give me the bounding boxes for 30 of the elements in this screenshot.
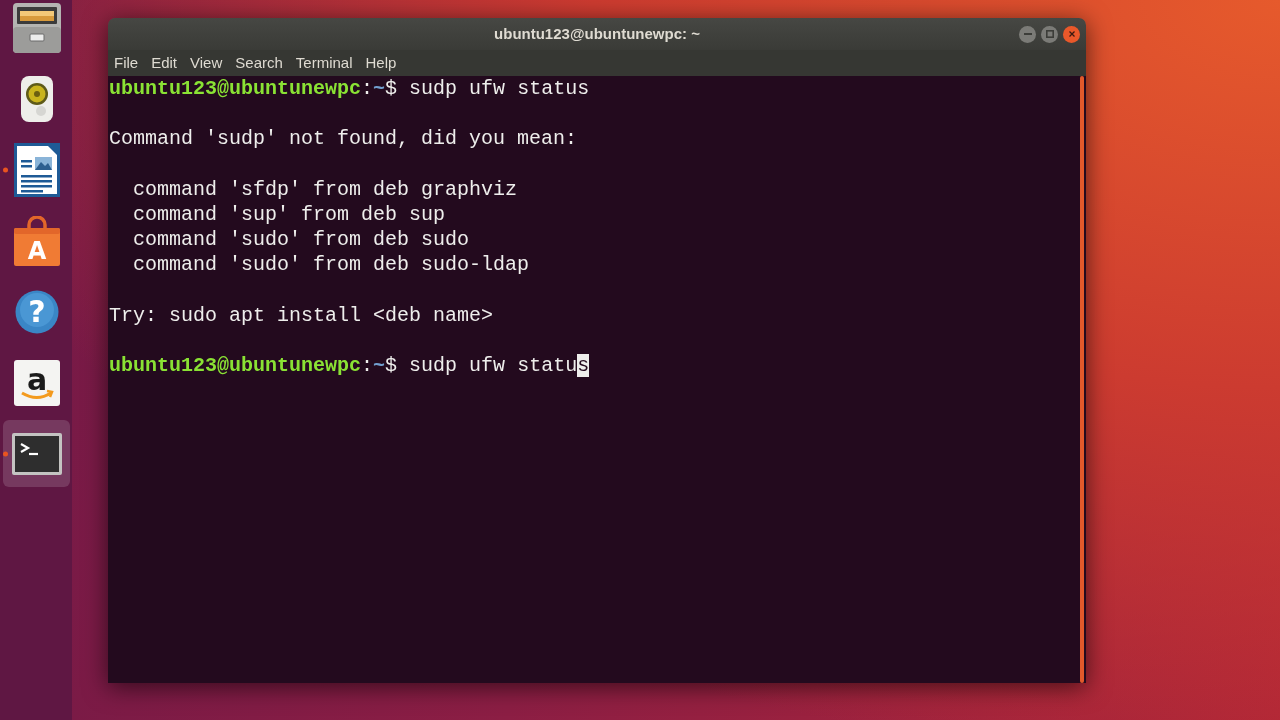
letter-a-icon: a <box>13 359 60 406</box>
menu-item[interactable]: Terminal <box>289 50 359 76</box>
dock-launcher[interactable]: a <box>3 349 70 416</box>
close-button[interactable] <box>1063 25 1080 43</box>
window-title: ubuntu123@ubuntunewpc: ~ <box>494 23 700 44</box>
speaker-icon <box>18 75 55 122</box>
suggestion-text: command 'sudo' from deb sudo-ldap <box>133 252 530 278</box>
suggestion-text: command 'sup' from deb sup <box>133 202 446 228</box>
prompt-line: ubuntu123@ubuntunewpc:~$ sudp ufw status <box>109 353 590 379</box>
menu-item[interactable]: File <box>108 50 145 76</box>
prompt-line: ubuntu123@ubuntunewpc:~$ sudp ufw status <box>109 76 590 102</box>
close-icon <box>1068 31 1075 37</box>
minimize-button[interactable] <box>1019 25 1036 43</box>
menu-item[interactable]: Search <box>229 50 289 76</box>
maximize-button[interactable] <box>1041 25 1058 43</box>
help-icon: ? <box>14 289 59 334</box>
document-icon <box>13 142 60 197</box>
minimize-icon <box>1023 33 1032 35</box>
output-text: Command 'sudp' not found, did you mean: <box>109 126 578 152</box>
menu-item[interactable]: Edit <box>145 50 184 76</box>
maximize-icon <box>1045 30 1054 38</box>
scrollbar-thumb[interactable] <box>1080 76 1084 683</box>
menu-item[interactable]: View <box>184 50 229 76</box>
dock-launcher[interactable] <box>3 420 70 487</box>
file-drawer-icon <box>12 2 61 53</box>
suggestion-text: command 'sfdp' from deb graphviz <box>133 176 518 202</box>
suggestion-text: command 'sudo' from deb sudo <box>133 227 470 253</box>
output-text: Try: sudo apt install <deb name> <box>109 302 494 328</box>
terminal-icon <box>11 432 62 475</box>
menu-item[interactable]: Help <box>359 50 403 76</box>
